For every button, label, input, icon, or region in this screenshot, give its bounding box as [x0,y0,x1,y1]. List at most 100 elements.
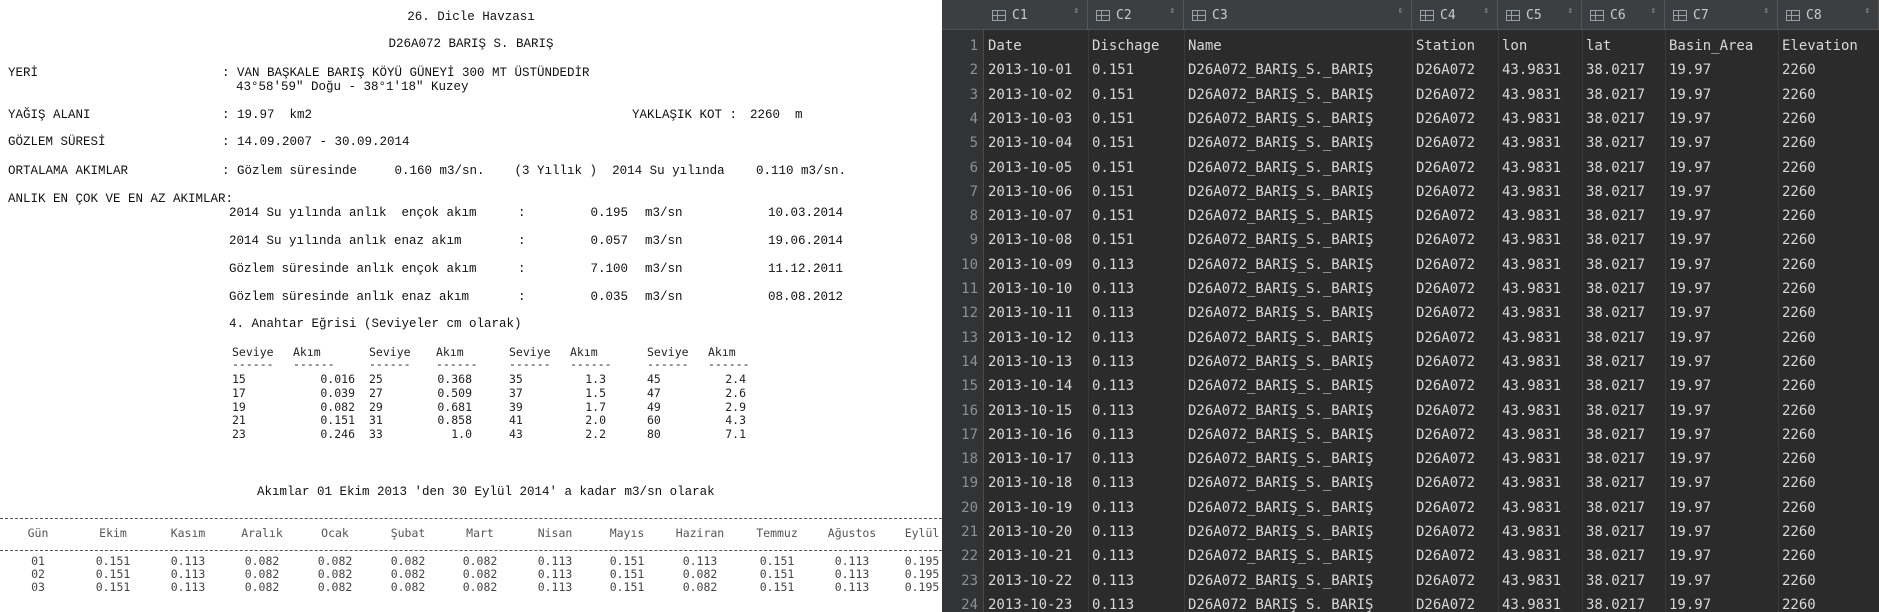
row-number[interactable]: 15 [942,374,978,398]
column-header-c5[interactable]: C5 ⇕ [1498,0,1582,30]
grid-cell[interactable]: 43.9831 [1502,374,1580,398]
grid-cell[interactable]: 2260 [1782,471,1877,495]
grid-cell[interactable]: D26A072_BARIŞ_S._BARIŞ [1188,399,1410,423]
grid-cell[interactable]: 0.113 [1092,593,1182,612]
grid-cell[interactable]: 0.113 [1092,520,1182,544]
grid-cell[interactable]: 2260 [1782,204,1877,228]
grid-cell[interactable]: D26A072 [1416,156,1496,180]
grid-cell[interactable]: 19.97 [1669,471,1776,495]
grid-cell[interactable]: 38.0217 [1586,58,1663,82]
grid-cell[interactable]: 19.97 [1669,520,1776,544]
grid-cell[interactable]: 43.9831 [1502,471,1580,495]
grid-cell[interactable]: 43.9831 [1502,228,1580,252]
grid-cell[interactable]: 2013-10-11 [988,301,1086,325]
grid-cell[interactable]: D26A072_BARIŞ_S._BARIŞ [1188,593,1410,612]
grid-cell[interactable]: D26A072_BARIŞ_S._BARIŞ [1188,83,1410,107]
grid-cell[interactable]: 2260 [1782,520,1877,544]
grid-cell[interactable]: 0.151 [1092,180,1182,204]
sort-icon[interactable]: ⇕ [1568,7,1573,16]
grid-cell[interactable]: 2013-10-03 [988,107,1086,131]
row-number[interactable]: 24 [942,593,978,612]
sort-icon[interactable]: ⇕ [1651,7,1656,16]
grid-cell[interactable]: D26A072 [1416,447,1496,471]
grid-cell[interactable]: D26A072 [1416,326,1496,350]
grid-cell[interactable]: 19.97 [1669,277,1776,301]
grid-cell[interactable]: 0.151 [1092,83,1182,107]
grid-header-row-cell[interactable]: Station [1416,34,1496,58]
grid-cell[interactable]: 19.97 [1669,228,1776,252]
column-header-c3[interactable]: C3 ⇕ [1184,0,1412,30]
grid-cell[interactable]: 0.151 [1092,204,1182,228]
grid-cell[interactable]: 43.9831 [1502,326,1580,350]
row-number[interactable]: 2 [942,58,978,82]
grid-cell[interactable]: 43.9831 [1502,447,1580,471]
grid-cell[interactable]: 2013-10-13 [988,350,1086,374]
grid-header-row-cell[interactable]: Date [988,34,1086,58]
grid-cell[interactable]: 2013-10-19 [988,496,1086,520]
grid-cell[interactable]: D26A072_BARIŞ_S._BARIŞ [1188,156,1410,180]
grid-cell[interactable]: 2013-10-09 [988,253,1086,277]
grid-cell[interactable]: D26A072 [1416,253,1496,277]
grid-cell[interactable]: 43.9831 [1502,569,1580,593]
grid-cell[interactable]: 38.0217 [1586,471,1663,495]
grid-cell[interactable]: 0.151 [1092,156,1182,180]
grid-cell[interactable]: D26A072 [1416,83,1496,107]
row-number[interactable]: 1 [942,34,978,58]
grid-cell[interactable]: D26A072 [1416,471,1496,495]
grid-cell[interactable]: 2013-10-17 [988,447,1086,471]
grid-cell[interactable]: D26A072_BARIŞ_S._BARIŞ [1188,350,1410,374]
grid-cell[interactable]: 2013-10-06 [988,180,1086,204]
grid-cell[interactable]: 2013-10-12 [988,326,1086,350]
grid-cell[interactable]: 19.97 [1669,204,1776,228]
row-number[interactable]: 12 [942,301,978,325]
grid-cell[interactable]: 38.0217 [1586,520,1663,544]
grid-cell[interactable]: 2260 [1782,156,1877,180]
grid-cell[interactable]: 0.151 [1092,228,1182,252]
grid-cell[interactable]: 38.0217 [1586,180,1663,204]
column-header-c4[interactable]: C4 ⇕ [1412,0,1498,30]
grid-cell[interactable]: 2260 [1782,58,1877,82]
grid-cell[interactable]: 0.113 [1092,399,1182,423]
grid-cell[interactable]: 2260 [1782,131,1877,155]
grid-cell[interactable]: D26A072_BARIŞ_S._BARIŞ [1188,471,1410,495]
grid-cell[interactable]: 19.97 [1669,131,1776,155]
grid-cell[interactable]: 2260 [1782,350,1877,374]
grid-cell[interactable]: 38.0217 [1586,131,1663,155]
grid-cell[interactable]: D26A072 [1416,131,1496,155]
grid-cell[interactable]: D26A072_BARIŞ_S._BARIŞ [1188,131,1410,155]
grid-cell[interactable]: 43.9831 [1502,399,1580,423]
grid-cell[interactable]: 2260 [1782,496,1877,520]
grid-cell[interactable]: 2013-10-02 [988,83,1086,107]
row-number[interactable]: 14 [942,350,978,374]
sort-icon[interactable]: ⇕ [1484,7,1489,16]
grid-cell[interactable]: 43.9831 [1502,131,1580,155]
grid-cell[interactable]: D26A072_BARIŞ_S._BARIŞ [1188,374,1410,398]
grid-cell[interactable]: D26A072_BARIŞ_S._BARIŞ [1188,107,1410,131]
grid-cell[interactable]: 2013-10-04 [988,131,1086,155]
grid-cell[interactable]: 43.9831 [1502,277,1580,301]
grid-cell[interactable]: 43.9831 [1502,107,1580,131]
grid-cell[interactable]: 19.97 [1669,447,1776,471]
grid-cell[interactable]: D26A072_BARIŞ_S._BARIŞ [1188,253,1410,277]
grid-cell[interactable]: 2013-10-08 [988,228,1086,252]
grid-cell[interactable]: D26A072 [1416,180,1496,204]
row-number[interactable]: 4 [942,107,978,131]
grid-cell[interactable]: D26A072 [1416,496,1496,520]
grid-cell[interactable]: 38.0217 [1586,156,1663,180]
grid-cell[interactable]: 38.0217 [1586,423,1663,447]
grid-cell[interactable]: D26A072 [1416,569,1496,593]
row-number[interactable]: 7 [942,180,978,204]
grid-cell[interactable]: 0.113 [1092,447,1182,471]
grid-cell[interactable]: 38.0217 [1586,83,1663,107]
grid-cell[interactable]: 2260 [1782,326,1877,350]
grid-header-row-cell[interactable]: Name [1188,34,1410,58]
grid-cell[interactable]: 43.9831 [1502,204,1580,228]
grid-cell[interactable]: 43.9831 [1502,156,1580,180]
row-number[interactable]: 20 [942,496,978,520]
grid-cell[interactable]: D26A072 [1416,301,1496,325]
column-header-c2[interactable]: C2 ⇕ [1088,0,1184,30]
grid-cell[interactable]: 0.113 [1092,277,1182,301]
grid-cell[interactable]: 43.9831 [1502,520,1580,544]
grid-header-row-cell[interactable]: lon [1502,34,1580,58]
grid-cell[interactable]: 2260 [1782,569,1877,593]
